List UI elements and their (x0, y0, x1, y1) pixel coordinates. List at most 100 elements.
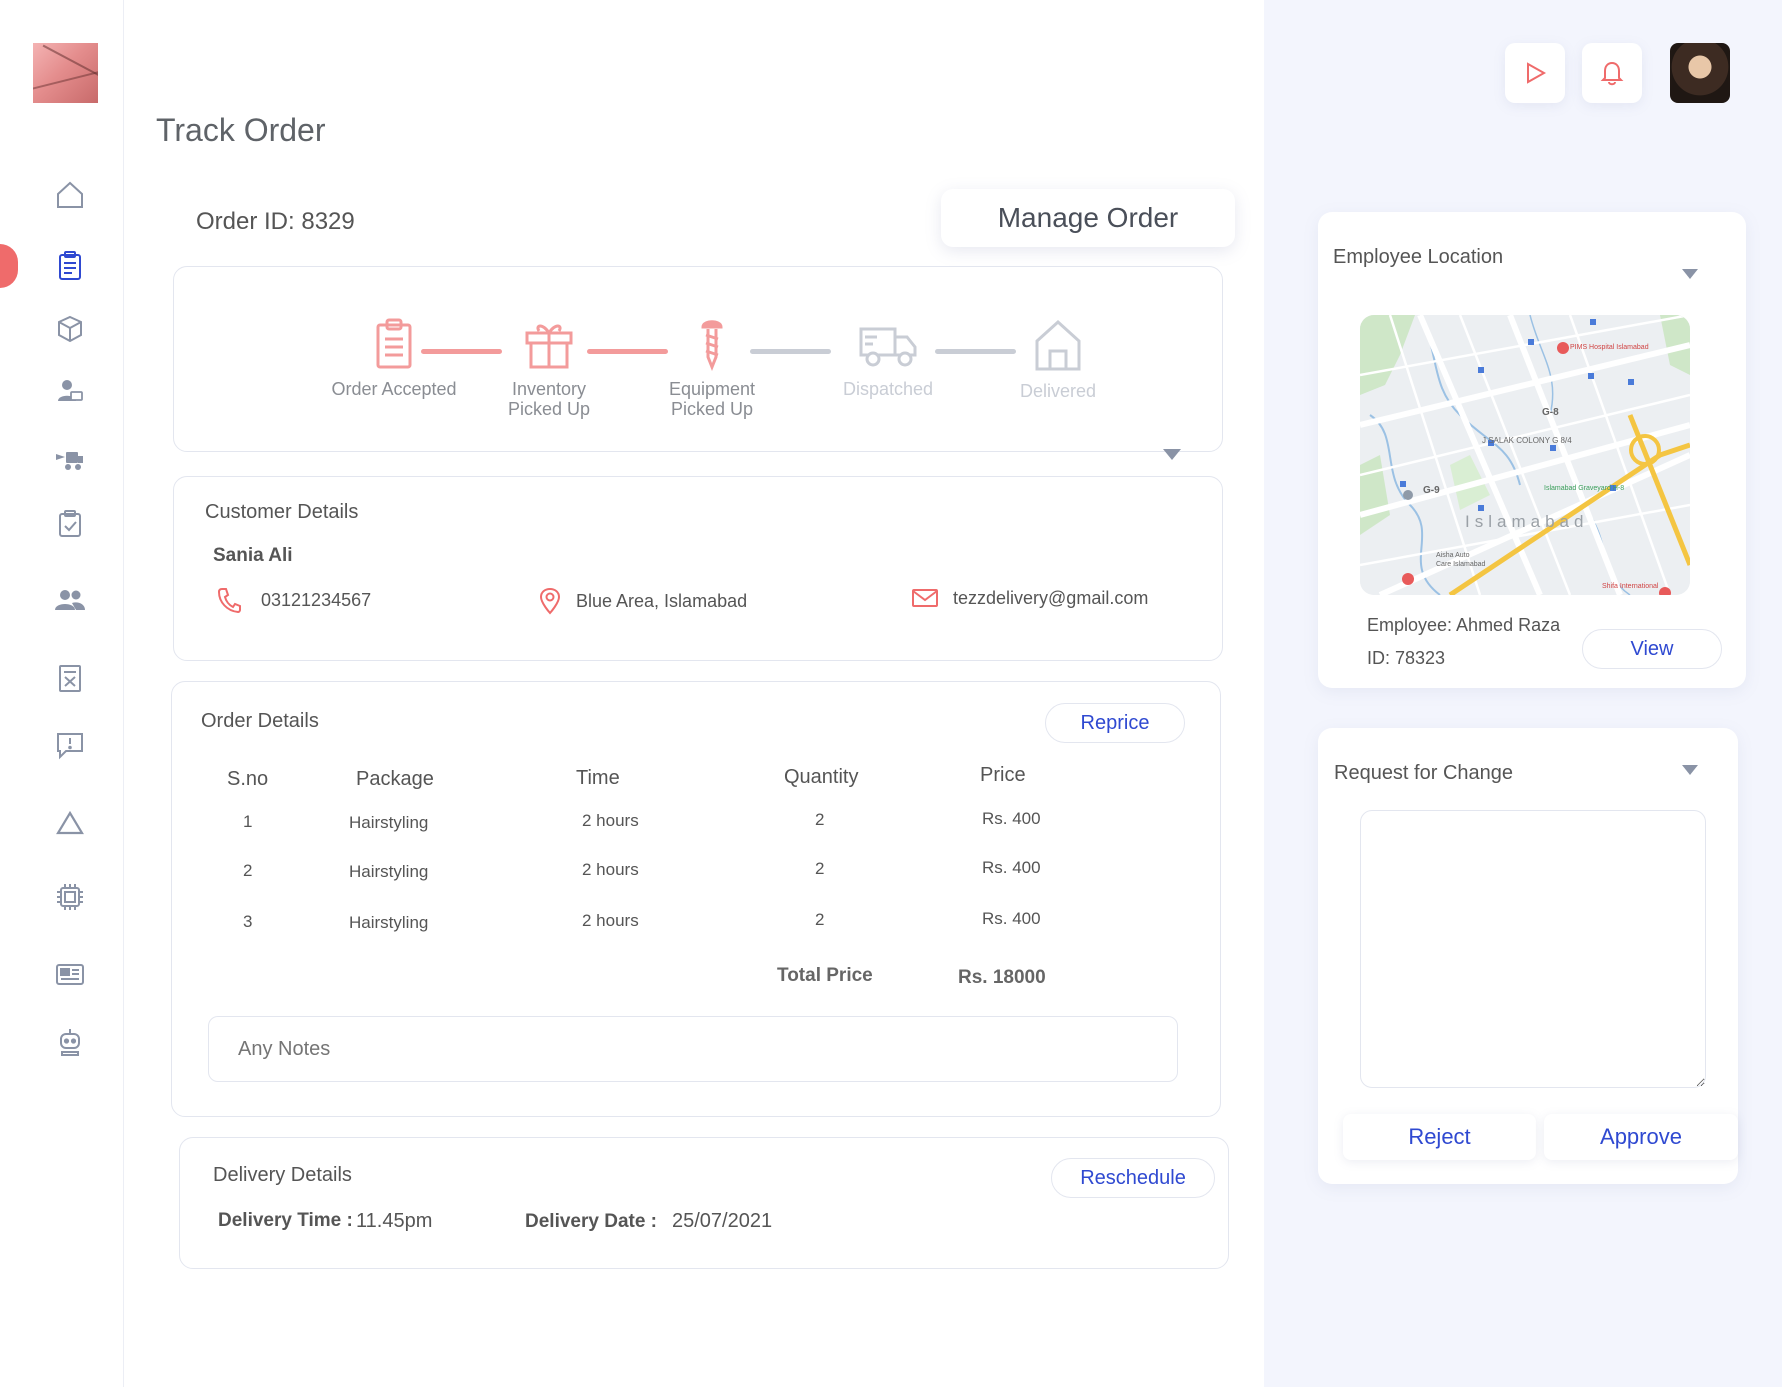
mail-icon (912, 589, 938, 607)
cell-price: Rs. 400 (982, 809, 1041, 828)
svg-text:G-8: G-8 (1542, 407, 1559, 418)
cell-time: 2 hours (582, 860, 639, 879)
column-header-quantity: Quantity (784, 766, 859, 788)
report-icon[interactable] (52, 660, 88, 696)
dashboard-screen-icon[interactable] (52, 957, 88, 993)
tracker-step-inventory: Inventory Picked Up (459, 317, 639, 419)
play-button[interactable] (1505, 43, 1565, 103)
delivery-date-label: Delivery Date : (525, 1211, 658, 1232)
employee-location-chevron-icon[interactable] (1682, 269, 1698, 279)
robot-icon[interactable] (52, 1024, 88, 1060)
svg-text:PIMS Hospital Islamabad: PIMS Hospital Islamabad (1570, 344, 1649, 351)
cell-sno: 1 (243, 812, 253, 831)
cell-package: Hairstyling (349, 862, 429, 881)
phone-icon (217, 588, 241, 613)
location-pin-icon (539, 587, 561, 615)
cell-package: Hairstyling (349, 813, 429, 832)
svg-text:J SALAK COLONY G 8/4: J SALAK COLONY G 8/4 (1482, 436, 1572, 445)
page-title: Track Order (156, 112, 326, 148)
request-change-textarea[interactable] (1360, 810, 1706, 1088)
step-label: Order Accepted (331, 379, 457, 399)
column-header-time: Time (576, 767, 620, 789)
svg-text:Islamabad: Islamabad (1465, 512, 1588, 531)
svg-text:Aisha Auto: Aisha Auto (1436, 552, 1470, 559)
step-label-line1: Equipment (668, 379, 756, 399)
total-price-label: Total Price (777, 965, 873, 986)
user-avatar[interactable] (1670, 43, 1730, 103)
orders-icon[interactable] (52, 248, 88, 284)
delivery-time-value: 11.45pm (356, 1210, 433, 1232)
chip-icon[interactable] (52, 879, 88, 915)
reprice-button[interactable]: Reprice (1045, 703, 1185, 743)
delivery-time-label: Delivery Time : (218, 1210, 353, 1231)
delivery-details-card: Delivery Details Reschedule Delivery Tim… (179, 1137, 1229, 1269)
step-label-line2: Picked Up (507, 399, 591, 419)
customer-phone-text: 03121234567 (261, 589, 372, 610)
tracker-expand-chevron-icon[interactable] (1163, 449, 1181, 460)
screw-icon (701, 320, 723, 371)
cell-sno: 3 (243, 912, 253, 931)
customer-details-title: Customer Details (205, 501, 359, 523)
home-icon[interactable] (52, 177, 88, 213)
customer-name: Sania Ali (213, 545, 293, 566)
feedback-icon[interactable] (52, 727, 88, 763)
order-details-title: Order Details (201, 710, 319, 732)
request-change-title: Request for Change (1334, 762, 1514, 784)
house-icon (1035, 319, 1081, 371)
step-label-line2: Picked Up (670, 399, 754, 419)
customer-phone[interactable]: 03121234567 (217, 587, 371, 613)
column-header-price: Price (980, 764, 1026, 786)
step-label: Delivered (1019, 381, 1097, 401)
column-header-sno: S.no (227, 768, 269, 790)
users-icon[interactable] (52, 582, 88, 618)
svg-text:G-9: G-9 (1423, 485, 1440, 496)
column-header-package: Package (356, 768, 434, 790)
request-change-card: Request for Change Reject Approve (1318, 728, 1738, 1184)
task-check-icon[interactable] (52, 506, 88, 542)
tracker-step-dispatched: Dispatched (798, 317, 978, 399)
employee-id: ID: 78323 (1367, 648, 1446, 668)
reject-button[interactable]: Reject (1343, 1114, 1536, 1160)
notifications-button[interactable] (1582, 43, 1642, 103)
employee-map[interactable]: Islamabad G-8 G-9 J SALAK COLONY G 8/4 P… (1360, 315, 1690, 595)
tracker-step-order-accepted: Order Accepted (304, 317, 484, 399)
package-icon[interactable] (52, 311, 88, 347)
step-label-line1: Inventory (511, 379, 587, 399)
total-price-value: Rs. 18000 (958, 967, 1046, 988)
bell-icon (1600, 61, 1624, 86)
approve-button[interactable]: Approve (1544, 1114, 1738, 1160)
delivery-details-title: Delivery Details (213, 1164, 352, 1186)
svg-text:Care Islamabad: Care Islamabad (1436, 561, 1486, 568)
cell-price: Rs. 400 (982, 909, 1041, 928)
tracker-step-equipment: Equipment Picked Up (622, 317, 802, 419)
cell-quantity: 2 (815, 910, 825, 929)
customer-email[interactable]: tezzdelivery@gmail.com (911, 587, 1148, 609)
sidebar (0, 0, 124, 1387)
cell-price: Rs. 400 (982, 858, 1041, 877)
gift-icon (525, 324, 573, 369)
employee-icon[interactable] (52, 373, 88, 409)
truck-icon (859, 327, 917, 367)
view-employee-button[interactable]: View (1582, 629, 1722, 669)
step-label: Dispatched (842, 379, 934, 399)
cell-quantity: 2 (815, 859, 825, 878)
employee-location-title: Employee Location (1333, 246, 1504, 268)
order-id: Order ID: 8329 (196, 208, 355, 235)
active-nav-indicator (0, 244, 18, 288)
request-change-chevron-icon[interactable] (1682, 765, 1698, 775)
customer-details-card: Customer Details Sania Ali 03121234567 B… (173, 476, 1223, 661)
cell-package: Hairstyling (349, 913, 429, 932)
employee-location-card: Employee Location Islamabad G-8 G-9 J SA… (1318, 212, 1746, 688)
reschedule-button[interactable]: Reschedule (1051, 1158, 1215, 1198)
app-logo[interactable] (33, 43, 98, 103)
cell-sno: 2 (243, 861, 253, 880)
customer-address-text: Blue Area, Islamabad (576, 590, 748, 611)
warning-icon[interactable] (52, 805, 88, 841)
manage-order-button[interactable]: Manage Order (941, 189, 1235, 247)
delivery-vehicle-icon[interactable] (52, 441, 88, 477)
notes-input[interactable] (208, 1016, 1178, 1082)
svg-text:Shifa International: Shifa International (1602, 583, 1659, 590)
cell-time: 2 hours (582, 911, 639, 930)
customer-address: Blue Area, Islamabad (538, 587, 747, 615)
clipboard-icon (376, 318, 412, 369)
